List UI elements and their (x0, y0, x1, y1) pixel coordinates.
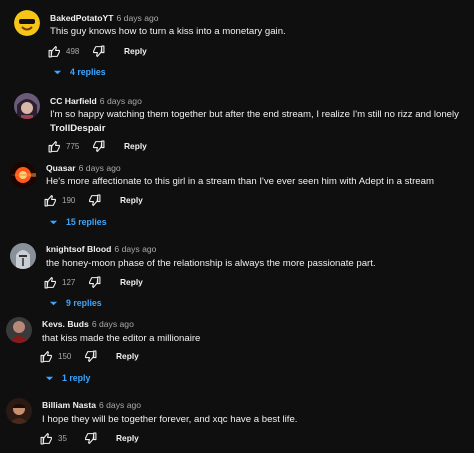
knight-icon[interactable] (10, 243, 36, 269)
thumbs-down-icon (88, 194, 100, 206)
anime-character-icon[interactable] (14, 93, 40, 119)
thumbs-down-icon (92, 140, 104, 152)
comment-text-body: I'm so happy watching them together but … (50, 109, 459, 120)
comment-actions: 775 Reply (46, 138, 147, 154)
like-button[interactable] (46, 138, 62, 154)
thumbs-up-icon (44, 194, 56, 206)
comment-header: Quasar 6 days ago (46, 162, 121, 174)
thumbs-down-icon (92, 45, 104, 57)
like-count: 127 (62, 277, 76, 287)
comment-header: Billiam Nasta 6 days ago (42, 399, 141, 411)
dislike-button[interactable] (90, 43, 106, 59)
thumbs-up-icon (44, 276, 56, 288)
dark-figure-icon[interactable] (6, 317, 32, 343)
comment-actions: 35 Reply (38, 430, 139, 446)
like-button[interactable] (42, 274, 58, 290)
comment-author[interactable]: Billiam Nasta (42, 400, 96, 410)
emoji-face-icon[interactable] (14, 10, 40, 36)
thumbs-up-icon (40, 432, 52, 444)
comment-author[interactable]: Quasar (46, 163, 76, 173)
comment-author[interactable]: CC Harfield (50, 96, 97, 106)
replies-label: 9 replies (66, 298, 102, 308)
comment-text: This guy knows how to turn a kiss into a… (50, 26, 286, 37)
comment-text: I hope they will be together forever, an… (42, 414, 298, 425)
like-count: 190 (62, 195, 76, 205)
comment-author[interactable]: knightsof Blood (46, 244, 111, 254)
comment-timestamp[interactable]: 6 days ago (92, 319, 134, 329)
reply-button[interactable]: Reply (116, 351, 139, 361)
thumbs-up-icon (48, 45, 60, 57)
portrait-icon[interactable] (6, 398, 32, 424)
thumbs-up-icon (40, 350, 52, 362)
comment-header: knightsof Blood 6 days ago (46, 243, 156, 255)
view-replies-button[interactable]: 4 replies (53, 67, 106, 77)
comment-text: the honey-moon phase of the relationship… (46, 258, 376, 269)
chevron-down-icon (45, 376, 54, 380)
thumbs-down-icon (84, 432, 96, 444)
comment-timestamp[interactable]: 6 days ago (117, 13, 159, 23)
comment-text: I'm so happy watching them together but … (50, 108, 470, 135)
like-count: 150 (58, 351, 72, 361)
thumbs-up-icon (48, 140, 60, 152)
comment-text: that kiss made the editor a millionaire (42, 333, 201, 344)
quasar-glow-icon[interactable] (10, 162, 36, 188)
view-replies-button[interactable]: 1 reply (45, 373, 90, 383)
comment-actions: 127 Reply (42, 274, 143, 290)
thumbs-down-icon (84, 350, 96, 362)
chevron-down-icon (49, 220, 58, 224)
like-button[interactable] (38, 430, 54, 446)
emote-text: TrollDespair (50, 122, 106, 134)
like-count: 498 (66, 46, 80, 56)
replies-label: 4 replies (70, 67, 106, 77)
reply-button[interactable]: Reply (120, 195, 143, 205)
view-replies-button[interactable]: 9 replies (49, 298, 102, 308)
replies-label: 1 reply (62, 373, 91, 383)
comment-header: BakedPotatoYT 6 days ago (50, 12, 159, 24)
reply-button[interactable]: Reply (124, 141, 147, 151)
like-count: 35 (58, 433, 67, 443)
replies-label: 15 replies (66, 217, 107, 227)
like-count: 775 (66, 141, 80, 151)
reply-button[interactable]: Reply (116, 433, 139, 443)
chevron-down-icon (53, 70, 62, 74)
comment-timestamp[interactable]: 6 days ago (99, 400, 141, 410)
comment-text: He's more affectionate to this girl in a… (46, 176, 434, 187)
comment-actions: 190 Reply (42, 192, 143, 208)
like-button[interactable] (42, 192, 58, 208)
view-replies-button[interactable]: 15 replies (49, 217, 107, 227)
dislike-button[interactable] (82, 430, 98, 446)
dislike-button[interactable] (82, 348, 98, 364)
comment-timestamp[interactable]: 6 days ago (79, 163, 121, 173)
comment-timestamp[interactable]: 6 days ago (100, 96, 142, 106)
dislike-button[interactable] (86, 274, 102, 290)
reply-button[interactable]: Reply (120, 277, 143, 287)
comment-author[interactable]: BakedPotatoYT (50, 13, 114, 23)
comment-timestamp[interactable]: 6 days ago (114, 244, 156, 254)
comment-actions: 498 Reply (46, 43, 147, 59)
comment-header: CC Harfield 6 days ago (50, 95, 142, 107)
like-button[interactable] (46, 43, 62, 59)
dislike-button[interactable] (86, 192, 102, 208)
comment-header: Kevs. Buds 6 days ago (42, 318, 134, 330)
reply-button[interactable]: Reply (124, 46, 147, 56)
thumbs-down-icon (88, 276, 100, 288)
dislike-button[interactable] (90, 138, 106, 154)
chevron-down-icon (49, 301, 58, 305)
comment-author[interactable]: Kevs. Buds (42, 319, 89, 329)
like-button[interactable] (38, 348, 54, 364)
comment-actions: 150 Reply (38, 348, 139, 364)
